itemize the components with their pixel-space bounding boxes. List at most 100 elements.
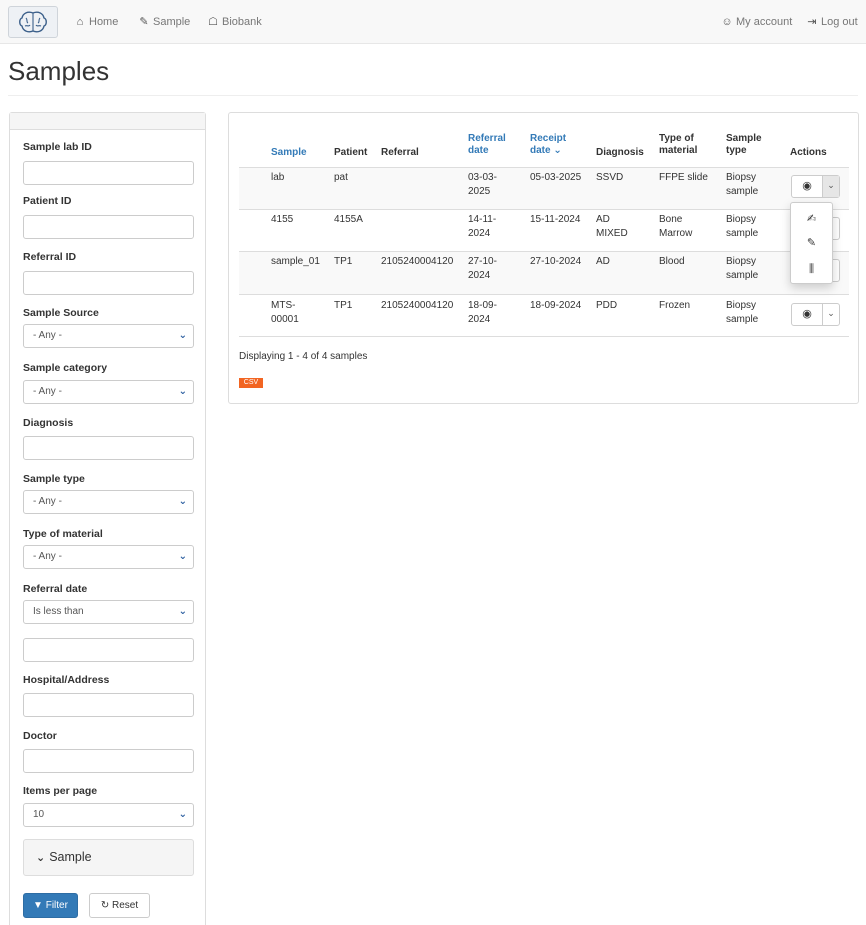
cell-patient: 4155A	[334, 214, 363, 225]
sample-type-select[interactable]: - Any - ⌄	[23, 490, 194, 514]
cell-material: Frozen	[659, 300, 691, 311]
header-receipt-date[interactable]: Receipt date ⌄	[530, 133, 566, 157]
header-sample-type: Sample type	[726, 133, 762, 157]
hospital-address-label: Hospital/Address	[23, 674, 110, 686]
header-referral: Referral	[381, 147, 419, 158]
sample-lab-id-label: Sample lab ID	[23, 141, 92, 153]
type-of-material-label: Type of material	[23, 528, 103, 540]
sample-source-value: - Any -	[33, 330, 62, 341]
sort-chevron-down-icon: ⌄	[553, 145, 562, 156]
hospital-address-input[interactable]	[23, 693, 194, 717]
items-per-page-select[interactable]: 10 ⌄	[23, 803, 194, 827]
chevron-down-icon: ⌄	[178, 330, 187, 341]
view-button[interactable]: ◉	[792, 176, 823, 197]
referral-date-label: Referral date	[23, 583, 88, 595]
cell-diagnosis: AD MIXED	[596, 213, 628, 241]
patient-id-input[interactable]	[23, 215, 194, 239]
modify-menu-item[interactable]: ✎	[791, 233, 832, 253]
sidebar-header	[10, 113, 205, 130]
view-button[interactable]: ◉	[792, 304, 823, 325]
nav-sample-label: Sample	[153, 16, 191, 28]
nav-home[interactable]: ⌂ Home	[74, 14, 119, 30]
nav-log-out[interactable]: ⇥ Log out	[806, 14, 857, 30]
referral-date-operator-select[interactable]: Is less than ⌄	[23, 600, 194, 624]
eye-icon: ◉	[802, 180, 812, 192]
type-of-material-select[interactable]: - Any - ⌄	[23, 545, 194, 569]
sample-collapse-label: Sample	[49, 850, 92, 864]
cell-sample-type-l2: sample	[726, 314, 759, 325]
reset-button[interactable]: ↻ Reset	[89, 893, 150, 918]
referral-date-operator-value: Is less than	[33, 606, 84, 617]
patient-id-label: Patient ID	[23, 195, 72, 207]
cell-sample: MTS- 00001	[271, 299, 299, 327]
cell-sample-l2: 00001	[271, 314, 299, 325]
cell-sample-type-l1: Biopsy	[726, 214, 757, 225]
sample-collapse-toggle[interactable]: ⌄ Sample	[23, 839, 194, 876]
cell-diagnosis: AD	[596, 256, 610, 267]
logout-icon: ⇥	[807, 16, 817, 28]
cell-sample-type: Biopsy sample	[726, 255, 758, 283]
filter-button[interactable]: ▼ Filter	[23, 893, 78, 918]
cell-diagnosis: SSVD	[596, 172, 624, 183]
chevron-down-icon: ⌄	[178, 386, 187, 397]
actions-dropdown-toggle[interactable]: ⌄	[823, 304, 839, 325]
cell-diagnosis-l2: MIXED	[596, 228, 628, 239]
cell-sample: lab	[271, 172, 285, 183]
caret-down-icon: ⌄	[827, 180, 835, 190]
header-type-of-material: Type of material	[659, 133, 697, 157]
nav-my-account[interactable]: ☺ My account	[721, 14, 792, 30]
actions-dropdown-toggle[interactable]: ⌄	[823, 176, 839, 197]
header-referral-date[interactable]: Referral date	[468, 133, 506, 157]
referral-id-label: Referral ID	[23, 251, 77, 263]
header-sample[interactable]: Sample	[271, 147, 307, 159]
sample-type-value: - Any -	[33, 496, 62, 507]
header-diagnosis: Diagnosis	[596, 147, 644, 158]
caret-down-icon: ⌄	[827, 308, 835, 318]
sample-lab-id-input[interactable]	[23, 161, 194, 185]
cell-diagnosis: PDD	[596, 300, 618, 311]
edit-icon: ✍	[806, 213, 817, 225]
nav-biobank[interactable]: ☖ Biobank	[207, 14, 262, 30]
cell-material: Blood	[659, 256, 685, 267]
cell-patient: TP1	[334, 300, 353, 311]
diagnosis-input[interactable]	[23, 436, 194, 460]
header-sample-type-line1: Sample	[726, 133, 762, 144]
nav-sample[interactable]: ✎ Sample	[138, 14, 190, 30]
doctor-input[interactable]	[23, 749, 194, 773]
refresh-icon: ↻	[100, 900, 110, 911]
referral-id-input[interactable]	[23, 271, 194, 295]
aliquot-menu-item[interactable]: ⫼	[791, 259, 832, 279]
cell-receipt-date: 27-10-2024	[530, 256, 582, 267]
referral-date-input[interactable]	[23, 638, 194, 662]
row-actions-dropdown-menu: ✍ ✎ ⫼	[790, 202, 833, 284]
eye-icon: ◉	[802, 308, 812, 320]
header-material-line2: material	[659, 145, 698, 156]
cell-sample-type: Biopsy sample	[726, 213, 758, 241]
cell-referral-date-l1: 18-09-	[468, 300, 497, 311]
sample-source-select[interactable]: - Any - ⌄	[23, 324, 194, 348]
results-summary: Displaying 1 - 4 of 4 samples	[239, 351, 368, 362]
bank-icon: ☖	[208, 16, 218, 28]
home-icon: ⌂	[76, 16, 84, 28]
cell-referral: 2105240004120	[381, 300, 454, 311]
pencil-icon: ✎	[806, 237, 817, 249]
header-receipt-date-line1: Receipt	[530, 133, 567, 144]
header-patient: Patient	[334, 147, 368, 158]
cell-sample-type: Biopsy sample	[726, 299, 758, 327]
items-per-page-label: Items per page	[23, 785, 98, 797]
brain-logo-icon[interactable]	[8, 6, 58, 38]
cell-material: FFPE slide	[659, 172, 708, 183]
sample-category-label: Sample category	[23, 362, 108, 374]
cell-referral-date-l1: 27-10-	[468, 256, 497, 267]
csv-export-link[interactable]: CSV	[239, 378, 263, 388]
edit-menu-item[interactable]: ✍	[791, 209, 832, 229]
cell-material: Bone Marrow	[659, 213, 692, 241]
nav-home-label: Home	[89, 16, 119, 28]
top-navbar: ⌂ Home ✎ Sample ☖ Biobank ☺ My account ⇥ Log …	[0, 0, 866, 44]
user-icon: ☺	[721, 16, 733, 28]
cell-sample-type-l2: sample	[726, 186, 759, 197]
chevron-down-icon: ⌄	[178, 809, 187, 820]
sample-category-select[interactable]: - Any - ⌄	[23, 380, 194, 404]
cell-sample-type-l2: sample	[726, 270, 759, 281]
cell-referral-date: 03-03- 2025	[468, 171, 497, 199]
